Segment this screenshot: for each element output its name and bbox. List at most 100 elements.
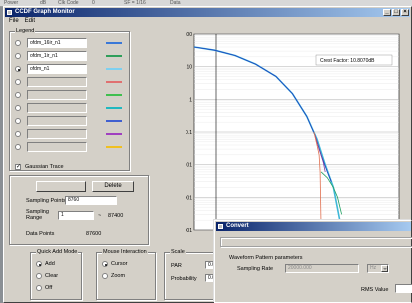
sampling-points-input[interactable]: 8760 bbox=[65, 196, 117, 205]
legend-radio[interactable] bbox=[15, 144, 21, 150]
mouse-option-label: Cursor bbox=[111, 261, 128, 267]
legend-name-input[interactable] bbox=[27, 103, 87, 113]
chevron-down-icon[interactable] bbox=[381, 265, 388, 272]
quick-add-option-label: Clear bbox=[45, 273, 59, 279]
quick-add-option-label: Add bbox=[45, 261, 55, 267]
quick-add-option-radio[interactable] bbox=[36, 273, 42, 279]
dialog-section-title: Waveform Pattern parameters bbox=[229, 255, 303, 261]
legend-title: Legend bbox=[15, 28, 36, 34]
legend-radio[interactable] bbox=[15, 53, 21, 59]
legend-name-input[interactable] bbox=[27, 77, 87, 87]
legend-name-input[interactable]: ofdm_n1 bbox=[27, 64, 87, 74]
dialog-top-panel bbox=[220, 237, 412, 247]
legend-name-input[interactable] bbox=[27, 116, 87, 126]
legend-color-swatch[interactable] bbox=[106, 146, 122, 148]
legend-name-input[interactable] bbox=[27, 129, 87, 139]
legend-radio[interactable] bbox=[15, 105, 21, 111]
mouse-option-label: Zoom bbox=[111, 273, 126, 279]
delete-button[interactable]: Delete bbox=[92, 181, 134, 192]
legend-radio[interactable] bbox=[15, 79, 21, 85]
legend-radio[interactable] bbox=[15, 118, 21, 124]
dialog-icon[interactable] bbox=[218, 224, 223, 229]
app-icon[interactable] bbox=[7, 10, 12, 15]
legend-item[interactable] bbox=[10, 90, 126, 100]
quick-add-option-radio[interactable] bbox=[36, 261, 42, 267]
sampling-rate-value: 20000.000 bbox=[288, 265, 312, 271]
legend-color-swatch[interactable] bbox=[106, 81, 122, 83]
convert-dialog: Convert Waveform Pattern parameters Samp… bbox=[214, 220, 412, 303]
y-tick-label: 1 bbox=[189, 97, 192, 103]
rms-value-input[interactable] bbox=[395, 284, 412, 293]
range-separator: ~ bbox=[98, 213, 102, 219]
quick-add-option-radio[interactable] bbox=[36, 285, 42, 291]
sampling-points-label: Sampling Points bbox=[26, 198, 66, 204]
mouse-interaction-group: Mouse Interaction Cursor Zoom bbox=[96, 249, 156, 300]
legend-name-input[interactable]: ofdm_16ir_n1 bbox=[27, 38, 87, 48]
legend-name-input[interactable] bbox=[27, 142, 87, 152]
y-tick-label: 0.001 bbox=[186, 195, 192, 201]
legend-item[interactable]: ofdm_n1 bbox=[10, 64, 126, 74]
mouse-interaction-title: Mouse Interaction bbox=[102, 249, 148, 255]
legend-color-swatch[interactable] bbox=[106, 55, 122, 57]
quick-add-group: Quick Add Mode Add Clear Off bbox=[30, 249, 82, 300]
data-panel: Delete Sampling Points 8760 Sampling Ran… bbox=[9, 175, 149, 245]
menu-edit[interactable]: Edit bbox=[25, 18, 35, 25]
legend-item[interactable]: ofdm_1ir_n1 bbox=[10, 51, 126, 61]
quick-add-option-label: Off bbox=[45, 285, 53, 291]
legend-name-input[interactable] bbox=[27, 90, 87, 100]
range-start-input[interactable]: 1 bbox=[58, 211, 94, 220]
gaussian-checkbox[interactable]: ✓ bbox=[15, 164, 21, 170]
dialog-title: Convert bbox=[226, 223, 249, 229]
legend-item[interactable] bbox=[10, 116, 126, 126]
legend-item[interactable] bbox=[10, 103, 126, 113]
data-points-label: Data Points bbox=[26, 231, 55, 237]
close-button[interactable]: × bbox=[401, 9, 409, 16]
add-button[interactable] bbox=[36, 181, 86, 192]
legend-item[interactable] bbox=[10, 129, 126, 139]
ccdf-chart[interactable]: 100 10 1 0.1 0.01 0.001 0.0001 Crest Factor: 10… bbox=[177, 26, 407, 236]
legend-radio[interactable] bbox=[15, 66, 21, 72]
y-tick-label: 0.1 bbox=[186, 130, 192, 136]
mouse-option-radio[interactable] bbox=[102, 261, 108, 267]
gaussian-label: Gaussian Trace bbox=[25, 164, 64, 170]
rms-value-label: RMS Value bbox=[361, 287, 389, 293]
legend-radio[interactable] bbox=[15, 131, 21, 137]
legend-radio[interactable] bbox=[15, 92, 21, 98]
legend-color-swatch[interactable] bbox=[106, 120, 122, 122]
probability-label: Probability bbox=[171, 276, 197, 282]
scale-title: Scale bbox=[170, 249, 186, 255]
legend-radio[interactable] bbox=[15, 40, 21, 46]
legend-item[interactable]: ofdm_16ir_n1 bbox=[10, 38, 126, 48]
y-tick-label: 0.01 bbox=[186, 163, 192, 169]
menu-file[interactable]: File bbox=[9, 18, 19, 25]
window-title: CCDF Graph Monitor bbox=[15, 9, 75, 15]
range-end-value: 87400 bbox=[108, 213, 124, 219]
sampling-rate-unit: Hz bbox=[370, 265, 377, 271]
legend-item[interactable] bbox=[10, 77, 126, 87]
minimize-button[interactable]: _ bbox=[383, 9, 391, 16]
legend-color-swatch[interactable] bbox=[106, 133, 122, 135]
y-tick-label: 0.0001 bbox=[186, 228, 192, 234]
data-points-value: 87600 bbox=[86, 231, 102, 237]
dialog-titlebar[interactable]: Convert bbox=[216, 222, 411, 231]
menu-bar: File Edit bbox=[6, 18, 35, 25]
sampling-rate-unit-select[interactable]: Hz bbox=[367, 264, 389, 273]
y-tick-label: 10 bbox=[186, 65, 192, 71]
sampling-range-label: Sampling Range bbox=[26, 209, 49, 221]
legend-color-swatch[interactable] bbox=[106, 42, 122, 44]
maximize-button[interactable]: □ bbox=[392, 9, 400, 16]
quick-add-title: Quick Add Mode bbox=[36, 249, 79, 255]
crest-factor-label: Crest Factor: 10.8070dB bbox=[320, 58, 375, 64]
sampling-rate-field[interactable]: 20000.000 bbox=[285, 264, 359, 273]
legend-color-swatch[interactable] bbox=[106, 68, 122, 70]
legend-name-input[interactable]: ofdm_1ir_n1 bbox=[27, 51, 87, 61]
sampling-rate-label: Sampling Rate bbox=[237, 266, 274, 272]
ccdf-chart-svg[interactable]: 100 10 1 0.1 0.01 0.001 0.0001 Crest Factor: 10… bbox=[177, 26, 407, 236]
par-label: PAR bbox=[171, 263, 182, 269]
window-titlebar[interactable]: CCDF Graph Monitor _ □ × bbox=[5, 8, 410, 17]
legend-color-swatch[interactable] bbox=[106, 107, 122, 109]
mouse-option-radio[interactable] bbox=[102, 273, 108, 279]
legend-item[interactable] bbox=[10, 142, 126, 152]
y-tick-label: 100 bbox=[186, 32, 192, 38]
legend-color-swatch[interactable] bbox=[106, 94, 122, 96]
